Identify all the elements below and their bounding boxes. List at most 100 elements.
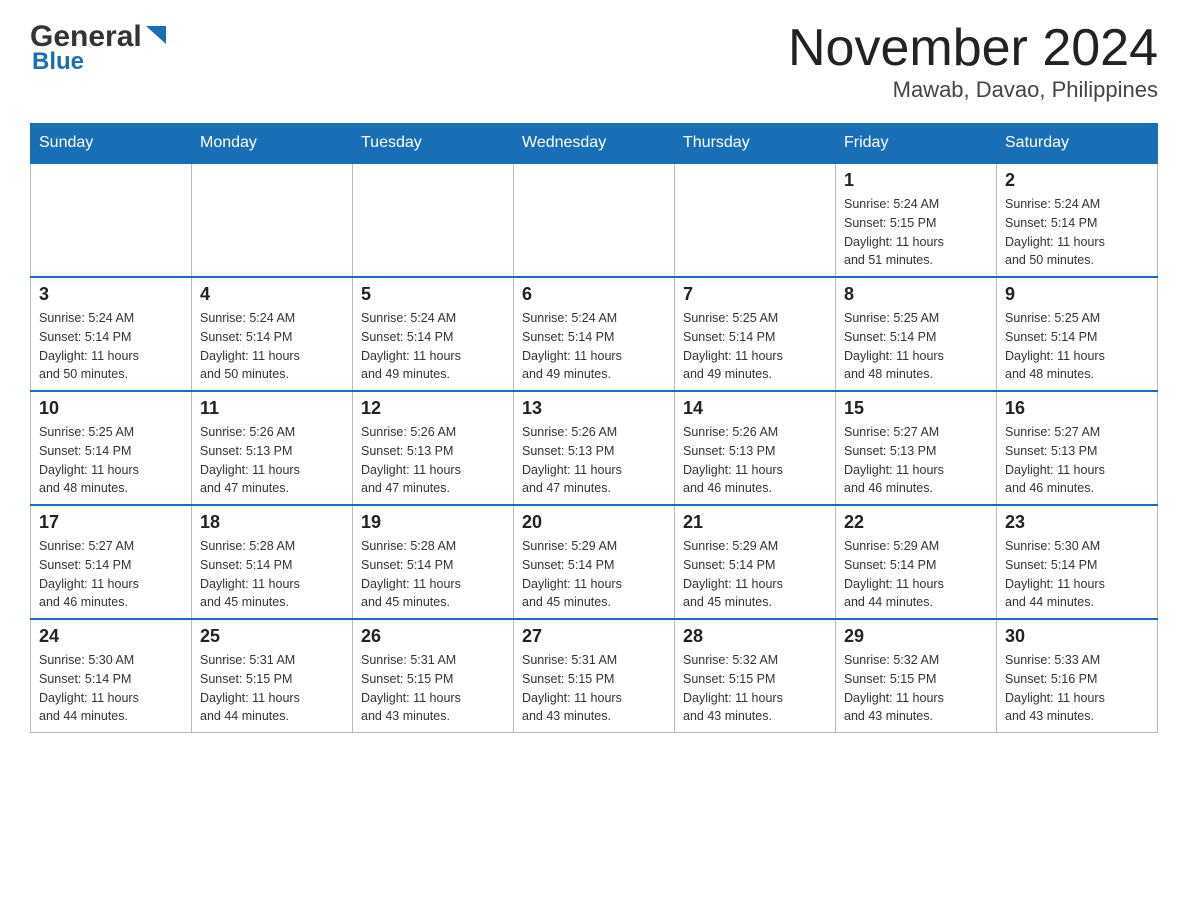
day-info: Sunrise: 5:27 AM Sunset: 5:14 PM Dayligh…	[39, 537, 183, 612]
day-number: 26	[361, 626, 505, 647]
day-info: Sunrise: 5:30 AM Sunset: 5:14 PM Dayligh…	[39, 651, 183, 726]
day-number: 14	[683, 398, 827, 419]
day-info: Sunrise: 5:29 AM Sunset: 5:14 PM Dayligh…	[522, 537, 666, 612]
calendar-cell: 29 Sunrise: 5:32 AM Sunset: 5:15 PM Dayli…	[836, 619, 997, 733]
calendar-cell: 26 Sunrise: 5:31 AM Sunset: 5:15 PM Dayli…	[353, 619, 514, 733]
day-number: 13	[522, 398, 666, 419]
calendar-cell: 14 Sunrise: 5:26 AM Sunset: 5:13 PM Dayli…	[675, 391, 836, 505]
calendar-cell: 11 Sunrise: 5:26 AM Sunset: 5:13 PM Dayli…	[192, 391, 353, 505]
day-number: 9	[1005, 284, 1149, 305]
calendar-week-row: 3 Sunrise: 5:24 AM Sunset: 5:14 PM Daylig…	[31, 277, 1158, 391]
calendar-cell: 2 Sunrise: 5:24 AM Sunset: 5:14 PM Daylig…	[997, 163, 1158, 277]
day-info: Sunrise: 5:24 AM Sunset: 5:14 PM Dayligh…	[39, 309, 183, 384]
day-info: Sunrise: 5:25 AM Sunset: 5:14 PM Dayligh…	[683, 309, 827, 384]
day-info: Sunrise: 5:26 AM Sunset: 5:13 PM Dayligh…	[683, 423, 827, 498]
calendar-week-row: 17 Sunrise: 5:27 AM Sunset: 5:14 PM Dayli…	[31, 505, 1158, 619]
calendar-cell: 30 Sunrise: 5:33 AM Sunset: 5:16 PM Dayli…	[997, 619, 1158, 733]
month-title: November 2024	[788, 20, 1158, 77]
col-header-monday: Monday	[192, 124, 353, 164]
day-number: 3	[39, 284, 183, 305]
day-number: 1	[844, 170, 988, 191]
calendar-cell: 8 Sunrise: 5:25 AM Sunset: 5:14 PM Daylig…	[836, 277, 997, 391]
page-header: General Blue November 2024 Mawab, Davao,…	[30, 20, 1158, 103]
calendar-cell: 9 Sunrise: 5:25 AM Sunset: 5:14 PM Daylig…	[997, 277, 1158, 391]
day-info: Sunrise: 5:28 AM Sunset: 5:14 PM Dayligh…	[200, 537, 344, 612]
calendar-cell	[514, 163, 675, 277]
calendar-cell: 18Sunrise: 5:28 AM Sunset: 5:14 PM Dayli…	[192, 505, 353, 619]
day-number: 24	[39, 626, 183, 647]
day-info: Sunrise: 5:27 AM Sunset: 5:13 PM Dayligh…	[1005, 423, 1149, 498]
calendar-cell: 22 Sunrise: 5:29 AM Sunset: 5:14 PM Dayli…	[836, 505, 997, 619]
calendar-cell	[192, 163, 353, 277]
calendar-cell	[675, 163, 836, 277]
day-number: 23	[1005, 512, 1149, 533]
day-number: 6	[522, 284, 666, 305]
day-number: 21	[683, 512, 827, 533]
day-info: Sunrise: 5:30 AM Sunset: 5:14 PM Dayligh…	[1005, 537, 1149, 612]
col-header-friday: Friday	[836, 124, 997, 164]
day-info: Sunrise: 5:32 AM Sunset: 5:15 PM Dayligh…	[844, 651, 988, 726]
day-number: 25	[200, 626, 344, 647]
calendar-cell: 3 Sunrise: 5:24 AM Sunset: 5:14 PM Daylig…	[31, 277, 192, 391]
calendar-cell: 21Sunrise: 5:29 AM Sunset: 5:14 PM Dayli…	[675, 505, 836, 619]
calendar-cell: 20Sunrise: 5:29 AM Sunset: 5:14 PM Dayli…	[514, 505, 675, 619]
day-info: Sunrise: 5:24 AM Sunset: 5:14 PM Dayligh…	[200, 309, 344, 384]
calendar-header-row: SundayMondayTuesdayWednesdayThursdayFrid…	[31, 124, 1158, 164]
day-info: Sunrise: 5:24 AM Sunset: 5:14 PM Dayligh…	[1005, 195, 1149, 270]
calendar-cell: 19 Sunrise: 5:28 AM Sunset: 5:14 PM Dayli…	[353, 505, 514, 619]
day-number: 27	[522, 626, 666, 647]
day-info: Sunrise: 5:33 AM Sunset: 5:16 PM Dayligh…	[1005, 651, 1149, 726]
day-info: Sunrise: 5:29 AM Sunset: 5:14 PM Dayligh…	[844, 537, 988, 612]
calendar-cell: 4 Sunrise: 5:24 AM Sunset: 5:14 PM Daylig…	[192, 277, 353, 391]
day-number: 28	[683, 626, 827, 647]
day-info: Sunrise: 5:27 AM Sunset: 5:13 PM Dayligh…	[844, 423, 988, 498]
day-number: 19	[361, 512, 505, 533]
calendar-cell: 5Sunrise: 5:24 AM Sunset: 5:14 PM Daylig…	[353, 277, 514, 391]
calendar-cell: 7Sunrise: 5:25 AM Sunset: 5:14 PM Daylig…	[675, 277, 836, 391]
day-number: 16	[1005, 398, 1149, 419]
calendar-table: SundayMondayTuesdayWednesdayThursdayFrid…	[30, 123, 1158, 733]
calendar-cell	[353, 163, 514, 277]
day-info: Sunrise: 5:28 AM Sunset: 5:14 PM Dayligh…	[361, 537, 505, 612]
day-number: 15	[844, 398, 988, 419]
day-info: Sunrise: 5:24 AM Sunset: 5:14 PM Dayligh…	[522, 309, 666, 384]
logo: General Blue	[30, 20, 168, 76]
day-number: 17	[39, 512, 183, 533]
calendar-cell: 27Sunrise: 5:31 AM Sunset: 5:15 PM Dayli…	[514, 619, 675, 733]
calendar-cell: 12Sunrise: 5:26 AM Sunset: 5:13 PM Dayli…	[353, 391, 514, 505]
calendar-cell	[31, 163, 192, 277]
day-info: Sunrise: 5:24 AM Sunset: 5:15 PM Dayligh…	[844, 195, 988, 270]
col-header-thursday: Thursday	[675, 124, 836, 164]
day-info: Sunrise: 5:26 AM Sunset: 5:13 PM Dayligh…	[522, 423, 666, 498]
day-number: 5	[361, 284, 505, 305]
calendar-week-row: 24 Sunrise: 5:30 AM Sunset: 5:14 PM Dayli…	[31, 619, 1158, 733]
day-info: Sunrise: 5:25 AM Sunset: 5:14 PM Dayligh…	[39, 423, 183, 498]
day-number: 22	[844, 512, 988, 533]
logo-arrow-icon	[146, 26, 168, 53]
calendar-cell: 28 Sunrise: 5:32 AM Sunset: 5:15 PM Dayli…	[675, 619, 836, 733]
day-info: Sunrise: 5:32 AM Sunset: 5:15 PM Dayligh…	[683, 651, 827, 726]
calendar-cell: 23 Sunrise: 5:30 AM Sunset: 5:14 PM Dayli…	[997, 505, 1158, 619]
day-info: Sunrise: 5:25 AM Sunset: 5:14 PM Dayligh…	[844, 309, 988, 384]
day-number: 11	[200, 398, 344, 419]
col-header-saturday: Saturday	[997, 124, 1158, 164]
day-number: 2	[1005, 170, 1149, 191]
day-info: Sunrise: 5:26 AM Sunset: 5:13 PM Dayligh…	[200, 423, 344, 498]
day-info: Sunrise: 5:31 AM Sunset: 5:15 PM Dayligh…	[361, 651, 505, 726]
day-info: Sunrise: 5:26 AM Sunset: 5:13 PM Dayligh…	[361, 423, 505, 498]
day-number: 8	[844, 284, 988, 305]
day-number: 29	[844, 626, 988, 647]
col-header-sunday: Sunday	[31, 124, 192, 164]
col-header-tuesday: Tuesday	[353, 124, 514, 164]
day-number: 4	[200, 284, 344, 305]
calendar-cell: 25 Sunrise: 5:31 AM Sunset: 5:15 PM Dayli…	[192, 619, 353, 733]
calendar-cell: 15 Sunrise: 5:27 AM Sunset: 5:13 PM Dayli…	[836, 391, 997, 505]
col-header-wednesday: Wednesday	[514, 124, 675, 164]
calendar-cell: 13 Sunrise: 5:26 AM Sunset: 5:13 PM Dayli…	[514, 391, 675, 505]
calendar-cell: 10 Sunrise: 5:25 AM Sunset: 5:14 PM Dayli…	[31, 391, 192, 505]
day-info: Sunrise: 5:31 AM Sunset: 5:15 PM Dayligh…	[200, 651, 344, 726]
day-number: 10	[39, 398, 183, 419]
calendar-cell: 24 Sunrise: 5:30 AM Sunset: 5:14 PM Dayli…	[31, 619, 192, 733]
day-number: 30	[1005, 626, 1149, 647]
day-info: Sunrise: 5:25 AM Sunset: 5:14 PM Dayligh…	[1005, 309, 1149, 384]
